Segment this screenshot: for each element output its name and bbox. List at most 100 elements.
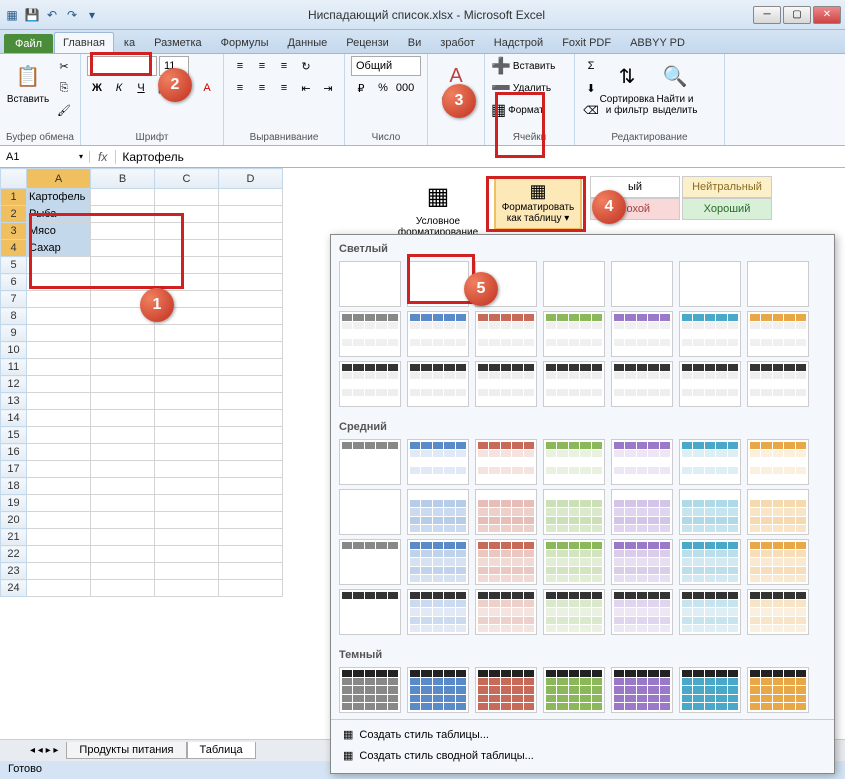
select-all-corner[interactable] [1, 169, 27, 189]
table-style-option[interactable] [339, 311, 401, 357]
table-style-option[interactable] [679, 589, 741, 635]
table-style-option[interactable] [339, 439, 401, 485]
cell-C10[interactable] [155, 342, 219, 359]
formula-input[interactable]: Картофель [116, 150, 190, 164]
cell-C15[interactable] [155, 427, 219, 444]
align-top-icon[interactable]: ≡ [230, 56, 250, 76]
find-select-button[interactable]: 🔍 Найти и выделить [653, 56, 697, 120]
underline-button[interactable]: Ч [131, 78, 151, 98]
cell-B14[interactable] [91, 410, 155, 427]
table-style-option[interactable] [543, 361, 605, 407]
table-style-option[interactable] [475, 589, 537, 635]
tab-abbyy[interactable]: ABBYY PD [621, 32, 694, 53]
table-style-option[interactable] [747, 667, 809, 713]
cell-D14[interactable] [219, 410, 283, 427]
row-header-3[interactable]: 3 [1, 223, 27, 240]
indent-inc-icon[interactable]: ⇥ [318, 78, 338, 98]
fx-button[interactable]: fx [90, 150, 116, 164]
table-style-option[interactable] [407, 311, 469, 357]
cell-B12[interactable] [91, 376, 155, 393]
table-style-option[interactable] [339, 489, 401, 535]
table-style-option[interactable] [339, 589, 401, 635]
tab-layout[interactable]: Разметка [145, 32, 211, 53]
table-style-option[interactable] [475, 361, 537, 407]
cell-B2[interactable] [91, 206, 155, 223]
row-header-5[interactable]: 5 [1, 257, 27, 274]
cell-C11[interactable] [155, 359, 219, 376]
cell-A17[interactable] [27, 461, 91, 478]
format-painter-icon[interactable]: 🖌 [54, 100, 74, 120]
cell-D11[interactable] [219, 359, 283, 376]
row-header-17[interactable]: 17 [1, 461, 27, 478]
table-style-option[interactable] [407, 489, 469, 535]
cell-D23[interactable] [219, 563, 283, 580]
table-style-option[interactable] [747, 311, 809, 357]
row-header-2[interactable]: 2 [1, 206, 27, 223]
table-style-option[interactable] [339, 539, 401, 585]
table-style-option[interactable] [543, 667, 605, 713]
table-style-option[interactable] [475, 539, 537, 585]
cell-B13[interactable] [91, 393, 155, 410]
row-header-8[interactable]: 8 [1, 308, 27, 325]
orientation-icon[interactable]: ↻ [296, 56, 316, 76]
cell-A20[interactable] [27, 512, 91, 529]
cell-B23[interactable] [91, 563, 155, 580]
number-format-select[interactable] [351, 56, 421, 76]
table-style-option[interactable] [475, 489, 537, 535]
tab-view[interactable]: Ви [399, 32, 430, 53]
cut-icon[interactable]: ✂ [54, 56, 74, 76]
table-style-option[interactable] [339, 361, 401, 407]
close-button[interactable]: ✕ [813, 6, 841, 24]
cell-B17[interactable] [91, 461, 155, 478]
table-style-option[interactable] [339, 261, 401, 307]
cell-A2[interactable]: Рыба [27, 206, 91, 223]
align-bottom-icon[interactable]: ≡ [274, 56, 294, 76]
cell-A16[interactable] [27, 444, 91, 461]
table-style-option[interactable] [407, 539, 469, 585]
cell-A8[interactable] [27, 308, 91, 325]
align-right-icon[interactable]: ≡ [274, 78, 294, 98]
cell-C2[interactable] [155, 206, 219, 223]
cell-C17[interactable] [155, 461, 219, 478]
cell-C5[interactable] [155, 257, 219, 274]
currency-icon[interactable]: ₽ [351, 78, 371, 98]
cell-C23[interactable] [155, 563, 219, 580]
row-header-21[interactable]: 21 [1, 529, 27, 546]
row-header-12[interactable]: 12 [1, 376, 27, 393]
table-style-option[interactable] [747, 489, 809, 535]
cell-D9[interactable] [219, 325, 283, 342]
sheet-tab-1[interactable]: Продукты питания [66, 742, 186, 759]
cell-C13[interactable] [155, 393, 219, 410]
table-style-option[interactable] [407, 439, 469, 485]
cell-C9[interactable] [155, 325, 219, 342]
name-box[interactable]: A1▾ [0, 151, 90, 163]
tab-insert[interactable]: ка [115, 32, 144, 53]
cell-B22[interactable] [91, 546, 155, 563]
cell-B24[interactable] [91, 580, 155, 597]
cell-B16[interactable] [91, 444, 155, 461]
cell-C12[interactable] [155, 376, 219, 393]
style-good[interactable]: Хороший [682, 198, 772, 220]
cell-D17[interactable] [219, 461, 283, 478]
align-middle-icon[interactable]: ≡ [252, 56, 272, 76]
table-style-option[interactable] [543, 489, 605, 535]
sort-filter-button[interactable]: ⇅ Сортировка и фильтр [605, 56, 649, 120]
row-header-4[interactable]: 4 [1, 240, 27, 257]
cell-A3[interactable]: Мясо [27, 223, 91, 240]
row-header-6[interactable]: 6 [1, 274, 27, 291]
cell-A7[interactable] [27, 291, 91, 308]
row-header-16[interactable]: 16 [1, 444, 27, 461]
autosum-icon[interactable]: Σ [581, 56, 601, 76]
font-color-button[interactable]: A [197, 78, 217, 98]
style-neutral[interactable]: Нейтральный [682, 176, 772, 198]
cell-B20[interactable] [91, 512, 155, 529]
table-style-option[interactable] [679, 261, 741, 307]
table-style-option[interactable] [679, 361, 741, 407]
table-style-option[interactable] [407, 667, 469, 713]
new-table-style-button[interactable]: ▦Создать стиль таблицы... [339, 724, 826, 745]
tab-file[interactable]: Файл [4, 34, 53, 53]
cell-D7[interactable] [219, 291, 283, 308]
row-header-10[interactable]: 10 [1, 342, 27, 359]
table-style-option[interactable] [611, 489, 673, 535]
new-pivot-style-button[interactable]: ▦Создать стиль сводной таблицы... [339, 745, 826, 766]
